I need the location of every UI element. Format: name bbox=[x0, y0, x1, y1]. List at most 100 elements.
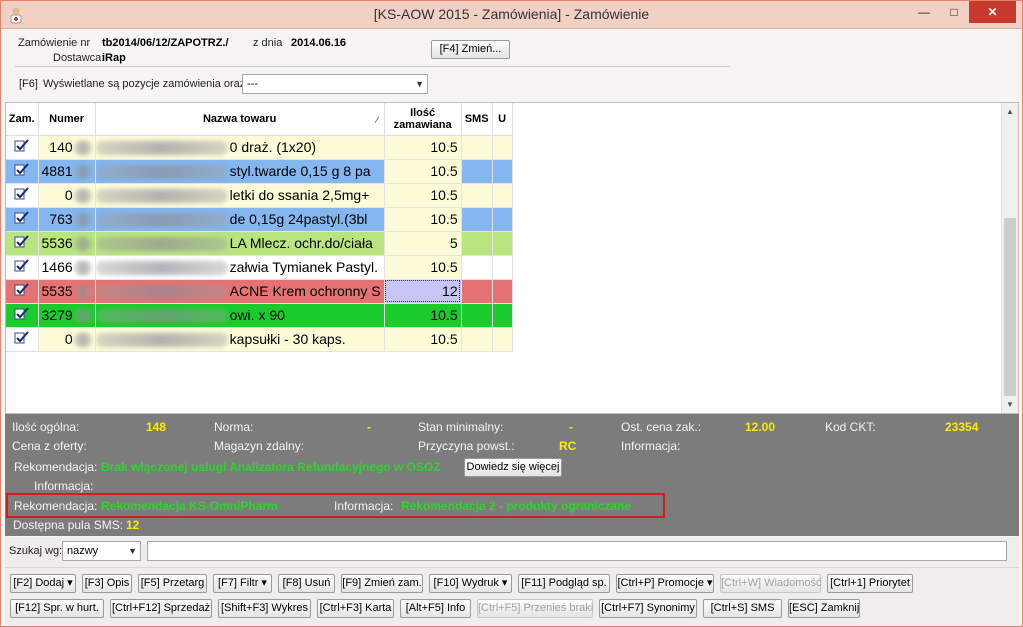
cell-u[interactable] bbox=[492, 207, 513, 232]
learn-more-button[interactable]: Dowiedz się więcej bbox=[464, 458, 562, 477]
order-status-icon[interactable] bbox=[6, 279, 39, 304]
title-bar[interactable]: [KS-AOW 2015 - Zamówienia] - Zamówienie … bbox=[1, 1, 1022, 29]
cell-numer[interactable]: 4881 bbox=[38, 159, 96, 184]
table-row[interactable]: 5535 ACNE Krem ochronny S 12 bbox=[6, 279, 513, 304]
cell-sms[interactable] bbox=[461, 231, 493, 256]
cell-nazwa[interactable]: ACNE Krem ochronny S bbox=[95, 279, 385, 304]
cell-sms[interactable] bbox=[461, 183, 493, 208]
order-status-icon[interactable] bbox=[6, 327, 39, 352]
column-header-nazwa[interactable]: Nazwa towaru ⁄ bbox=[95, 103, 385, 136]
table-row[interactable]: 3279 owi. x 90 10.5 bbox=[6, 303, 513, 328]
cell-ilosc[interactable]: 10.5 bbox=[384, 183, 462, 208]
column-header-u[interactable]: U bbox=[492, 103, 513, 136]
order-status-icon[interactable] bbox=[6, 183, 39, 208]
cell-u[interactable] bbox=[492, 327, 513, 352]
maximize-button[interactable]: □ bbox=[941, 1, 967, 23]
toolbar-button[interactable]: [ESC] Zamknij bbox=[788, 599, 860, 618]
toolbar-button[interactable]: [Ctrl+F12] Sprzedaż bbox=[110, 599, 212, 618]
cell-sms[interactable] bbox=[461, 279, 493, 304]
table-row[interactable]: 1466 załwia Tymianek Pastyl. 10.5 bbox=[6, 255, 513, 280]
toolbar-button[interactable]: [F9] Zmień zam. bbox=[341, 574, 423, 593]
table-row[interactable]: 140 0 draż. (1x20) 10.5 bbox=[6, 135, 513, 160]
cell-numer[interactable]: 0 bbox=[38, 183, 96, 208]
cell-numer[interactable]: 0 bbox=[38, 327, 96, 352]
toolbar-button[interactable]: [F3] Opis bbox=[82, 574, 132, 593]
cell-nazwa[interactable]: styl.twarde 0,15 g 8 pa bbox=[95, 159, 385, 184]
cell-numer[interactable]: 5536 bbox=[38, 231, 96, 256]
cell-nazwa[interactable]: owi. x 90 bbox=[95, 303, 385, 328]
toolbar-button[interactable]: [Ctrl+P] Promocje ▾ bbox=[616, 574, 714, 593]
cell-sms[interactable] bbox=[461, 303, 493, 328]
order-status-icon[interactable] bbox=[6, 135, 39, 160]
toolbar-button[interactable]: [F12] Spr. w hurt. bbox=[10, 599, 104, 618]
cell-ilosc[interactable]: 12 bbox=[384, 279, 462, 304]
column-header-ilosc[interactable]: Ilość zamawiana bbox=[384, 103, 462, 136]
cell-u[interactable] bbox=[492, 279, 513, 304]
cell-sms[interactable] bbox=[461, 327, 493, 352]
filter-select[interactable]: --- ▼ bbox=[242, 74, 428, 94]
cell-u[interactable] bbox=[492, 135, 513, 160]
minimize-button[interactable]: — bbox=[911, 1, 937, 23]
cell-ilosc[interactable]: 10.5 bbox=[384, 255, 462, 280]
toolbar-button[interactable]: [F8] Usuń bbox=[278, 574, 335, 593]
toolbar-button[interactable]: [Ctrl+S] SMS bbox=[703, 599, 782, 618]
toolbar-button[interactable]: [F5] Przetarg bbox=[138, 574, 207, 593]
cell-sms[interactable] bbox=[461, 135, 493, 160]
cell-nazwa[interactable]: de 0,15g 24pastyl.(3bl bbox=[95, 207, 385, 232]
cell-u[interactable] bbox=[492, 231, 513, 256]
table-row[interactable]: 763 de 0,15g 24pastyl.(3bl 10.5 bbox=[6, 207, 513, 232]
cell-sms[interactable] bbox=[461, 255, 493, 280]
cell-numer[interactable]: 140 bbox=[38, 135, 96, 160]
toolbar-button[interactable]: [F10] Wydruk ▾ bbox=[429, 574, 512, 593]
column-header-numer[interactable]: Numer bbox=[38, 103, 96, 136]
cell-ilosc[interactable]: 10.5 bbox=[384, 303, 462, 328]
toolbar-button[interactable]: [F2] Dodaj ▾ bbox=[10, 574, 76, 593]
order-status-icon[interactable] bbox=[6, 255, 39, 280]
cell-numer[interactable]: 3279 bbox=[38, 303, 96, 328]
cell-sms[interactable] bbox=[461, 207, 493, 232]
cell-numer[interactable]: 5535 bbox=[38, 279, 96, 304]
cell-nazwa[interactable]: załwia Tymianek Pastyl. bbox=[95, 255, 385, 280]
scrollbar-thumb[interactable] bbox=[1004, 218, 1016, 396]
search-field-select[interactable]: nazwy ▼ bbox=[62, 541, 141, 561]
cell-ilosc[interactable]: 10.5 bbox=[384, 135, 462, 160]
order-status-icon[interactable] bbox=[6, 159, 39, 184]
cell-u[interactable] bbox=[492, 159, 513, 184]
order-status-icon[interactable] bbox=[6, 303, 39, 328]
toolbar-button[interactable]: [F7] Filtr ▾ bbox=[213, 574, 272, 593]
cell-nazwa[interactable]: kapsułki - 30 kaps. bbox=[95, 327, 385, 352]
table-row[interactable]: 0 kapsułki - 30 kaps. 10.5 bbox=[6, 327, 513, 352]
toolbar-button[interactable]: [Ctrl+F3] Karta bbox=[317, 599, 394, 618]
table-row[interactable]: 0 letki do ssania 2,5mg+ 10.5 bbox=[6, 183, 513, 208]
close-button[interactable]: ✕ bbox=[969, 1, 1016, 23]
cell-ilosc[interactable]: 10.5 bbox=[384, 207, 462, 232]
cell-u[interactable] bbox=[492, 183, 513, 208]
cell-ilosc[interactable]: 10.5 bbox=[384, 159, 462, 184]
cell-ilosc[interactable]: 10.5 bbox=[384, 327, 462, 352]
order-status-icon[interactable] bbox=[6, 207, 39, 232]
cell-nazwa[interactable]: LA Mlecz. ochr.do/ciała bbox=[95, 231, 385, 256]
search-input[interactable] bbox=[147, 541, 1007, 561]
vertical-scrollbar[interactable]: ▲ ▼ bbox=[1001, 103, 1018, 413]
cell-nazwa[interactable]: 0 draż. (1x20) bbox=[95, 135, 385, 160]
table-row[interactable]: 5536 LA Mlecz. ochr.do/ciała 5 bbox=[6, 231, 513, 256]
cell-ilosc[interactable]: 5 bbox=[384, 231, 462, 256]
column-header-sms[interactable]: SMS bbox=[461, 103, 493, 136]
cell-u[interactable] bbox=[492, 255, 513, 280]
cell-u[interactable] bbox=[492, 303, 513, 328]
scroll-up-icon[interactable]: ▲ bbox=[1002, 103, 1018, 120]
column-header-zam[interactable]: Zam. bbox=[6, 103, 39, 136]
toolbar-button[interactable]: [Ctrl+F7] Synonimy bbox=[599, 599, 697, 618]
order-items-grid[interactable]: Zam. Numer Nazwa towaru ⁄ Ilość zamawiana… bbox=[5, 102, 1019, 414]
cell-numer[interactable]: 1466 bbox=[38, 255, 96, 280]
toolbar-button[interactable]: [Shift+F3] Wykres bbox=[218, 599, 311, 618]
order-status-icon[interactable] bbox=[6, 231, 39, 256]
cell-numer[interactable]: 763 bbox=[38, 207, 96, 232]
cell-nazwa[interactable]: letki do ssania 2,5mg+ bbox=[95, 183, 385, 208]
toolbar-button[interactable]: [F11] Podgląd sp. bbox=[518, 574, 610, 593]
table-row[interactable]: 4881 styl.twarde 0,15 g 8 pa 10.5 bbox=[6, 159, 513, 184]
toolbar-button[interactable]: [Ctrl+1] Priorytet bbox=[827, 574, 913, 593]
change-button[interactable]: [F4] Zmień... bbox=[431, 40, 510, 59]
cell-sms[interactable] bbox=[461, 159, 493, 184]
scroll-down-icon[interactable]: ▼ bbox=[1002, 396, 1018, 413]
